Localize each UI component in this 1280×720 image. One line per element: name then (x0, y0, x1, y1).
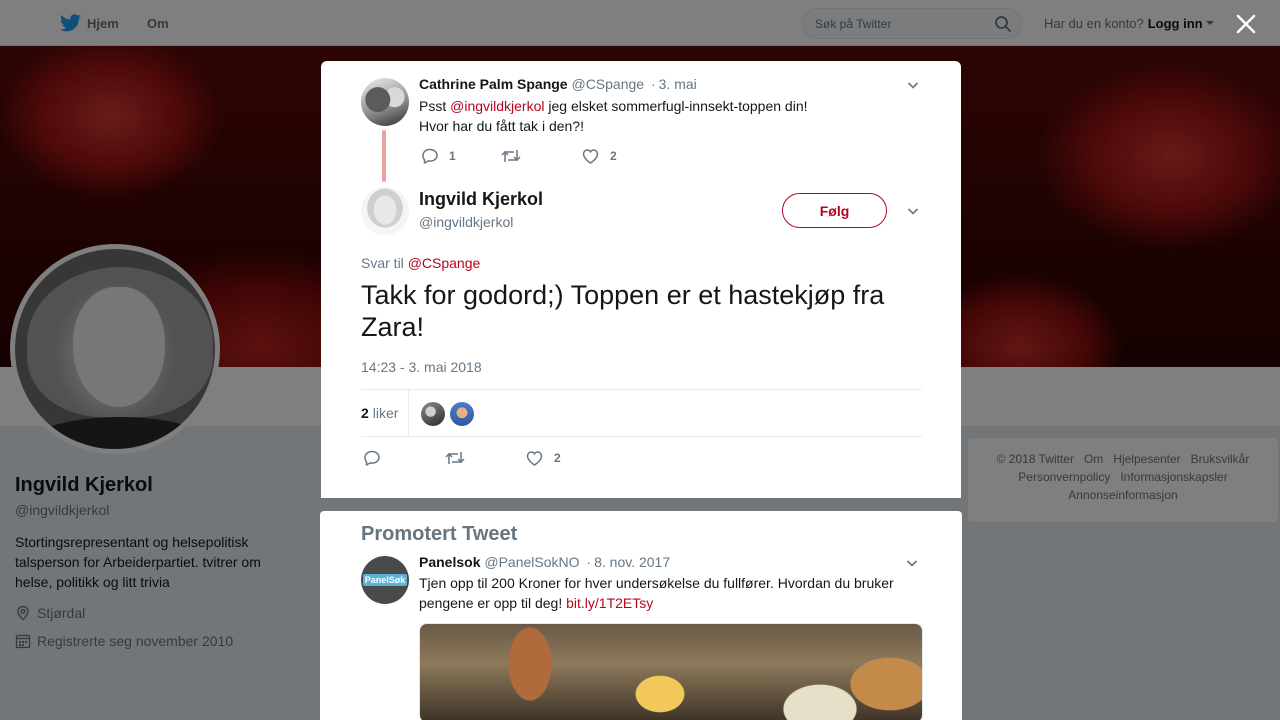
promoted-tweet-text: Tjen opp til 200 Kroner for hver undersø… (419, 573, 899, 613)
retweet-icon (501, 150, 521, 162)
close-icon[interactable] (1234, 12, 1258, 36)
main-tweet-avatar[interactable] (361, 187, 409, 235)
promoted-tweet-header: Panelsok @PanelSokNO · 8. nov. 2017 (419, 554, 670, 570)
reply-action[interactable] (363, 449, 445, 467)
follow-button[interactable]: Følg (782, 193, 887, 228)
parent-tweet-text-line2: Hvor har du fått tak i den?! (419, 118, 584, 134)
reply-to-handle[interactable]: @CSpange (408, 255, 481, 271)
reply-icon (364, 450, 380, 466)
reply-count: 1 (449, 149, 456, 163)
parent-tweet-text: Psst @ingvildkjerkol jeg elsket sommerfu… (419, 96, 899, 136)
reply-action[interactable]: 1 (421, 147, 501, 165)
like-count: 2 (610, 149, 617, 163)
chevron-down-icon[interactable] (906, 557, 918, 569)
likes-stat-label: liker (372, 405, 399, 421)
like-action[interactable]: 2 (525, 449, 561, 467)
promoted-tweet-fullname[interactable]: Panelsok (419, 554, 480, 570)
promoted-section-title: Promotert Tweet (361, 523, 518, 545)
main-tweet-timestamp[interactable]: 14:23 - 3. mai 2018 (361, 359, 482, 375)
heart-icon (582, 149, 599, 164)
like-count: 2 (554, 451, 561, 465)
main-tweet-text: Takk for godord;) Toppen er et hastekjøp… (361, 280, 885, 342)
parent-tweet-mention[interactable]: @ingvildkjerkol (450, 98, 544, 114)
promoted-tweet-image[interactable] (419, 623, 923, 720)
separator-dot: · (586, 554, 592, 570)
reply-to-context: Svar til @CSpange (361, 255, 480, 271)
promoted-avatar-logo: PanelSøk (362, 574, 408, 586)
parent-tweet-text-suffix: jeg elsket sommerfugl-innsekt-toppen din… (544, 98, 808, 114)
heart-icon (526, 451, 543, 466)
parent-tweet-actions: 1 2 (421, 147, 617, 165)
promoted-tweet-avatar[interactable]: PanelSøk (361, 556, 409, 604)
retweet-action[interactable] (501, 147, 581, 165)
parent-tweet-text-prefix: Psst (419, 98, 451, 114)
promoted-tweet-time[interactable]: 8. nov. 2017 (594, 554, 670, 570)
promoted-tweet-body: Tjen opp til 200 Kroner for hver undersø… (419, 575, 894, 611)
parent-tweet-header: Cathrine Palm Spange @CSpange · 3. mai (419, 76, 697, 92)
likes-stat-count: 2 (361, 405, 369, 421)
main-tweet-actions: 2 (363, 449, 561, 467)
parent-tweet-fullname[interactable]: Cathrine Palm Spange (419, 76, 568, 92)
chevron-down-icon[interactable] (907, 205, 919, 217)
liker-avatar[interactable] (421, 402, 445, 426)
parent-tweet-handle[interactable]: @CSpange (571, 76, 644, 92)
main-tweet-fullname[interactable]: Ingvild Kjerkol (419, 189, 543, 210)
reply-icon (422, 148, 438, 164)
promoted-tweet-section: Promotert Tweet PanelSøk Panelsok @Panel… (320, 511, 962, 720)
separator-dot: · (650, 76, 656, 92)
likes-stat[interactable]: 2 liker (361, 390, 409, 436)
promoted-tweet-handle[interactable]: @PanelSokNO (484, 554, 579, 570)
chevron-down-icon[interactable] (907, 79, 919, 91)
like-action[interactable]: 2 (581, 147, 617, 165)
parent-tweet-avatar[interactable] (361, 78, 409, 126)
promoted-tweet-link[interactable]: bit.ly/1T2ETsy (566, 595, 653, 611)
tweet-stats: 2 liker (361, 389, 922, 437)
liker-avatar[interactable] (450, 402, 474, 426)
tweet-modal: Cathrine Palm Spange @CSpange · 3. mai Ps… (321, 61, 961, 498)
main-tweet-handle[interactable]: @ingvildkjerkol (419, 214, 513, 230)
retweet-icon (445, 452, 465, 464)
retweet-action[interactable] (445, 449, 525, 467)
reply-to-label: Svar til (361, 255, 404, 271)
parent-tweet-time[interactable]: 3. mai (659, 76, 697, 92)
thread-connector (382, 130, 386, 182)
